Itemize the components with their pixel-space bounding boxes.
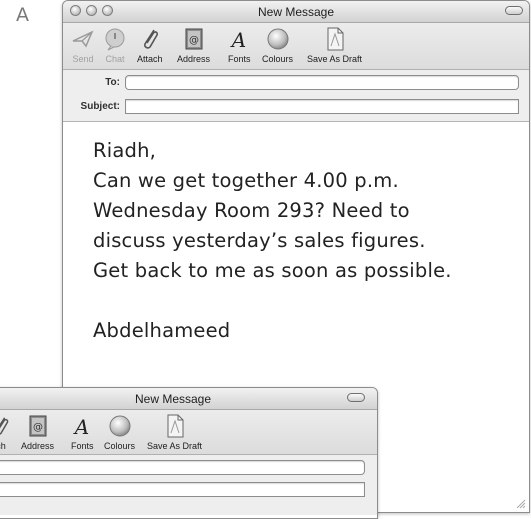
body-line: discuss yesterday’s sales figures. — [93, 229, 426, 252]
second-new-message-window: New Message ch @ Address A Fonts Colours… — [0, 387, 378, 519]
zoom-window-button[interactable] — [102, 5, 113, 16]
draft-document-icon — [327, 27, 344, 51]
to-label: To: — [105, 77, 120, 88]
svg-text:A: A — [73, 415, 89, 438]
chat-icon — [105, 28, 125, 51]
minimize-window-button[interactable] — [86, 5, 97, 16]
chat-button[interactable]: Chat — [103, 26, 127, 64]
to-field[interactable] — [125, 75, 519, 90]
colours-button[interactable]: Colours — [104, 413, 135, 451]
save-as-draft-button[interactable]: Save As Draft — [147, 413, 202, 451]
colours-icon — [267, 28, 288, 50]
address-book-icon: @ — [29, 415, 47, 437]
fonts-icon: A — [73, 415, 89, 438]
fonts-button[interactable]: A Fonts — [71, 413, 94, 451]
message-text[interactable]: Riadh, Can we get together 4.00 p.m. Wed… — [93, 136, 452, 346]
svg-text:@: @ — [189, 35, 199, 46]
address-button[interactable]: @ Address — [177, 26, 210, 64]
subject-label: Subject: — [80, 101, 120, 112]
toolbar: ch @ Address A Fonts Colours Save As Dra… — [0, 410, 377, 455]
send-icon — [72, 30, 94, 48]
paperclip-icon — [0, 417, 9, 435]
close-window-button[interactable] — [70, 5, 81, 16]
toolbar-toggle-button[interactable] — [347, 393, 365, 402]
title-bar[interactable]: New Message — [0, 388, 377, 410]
window-title: New Message — [257, 5, 335, 19]
to-row — [0, 458, 377, 478]
svg-text:@: @ — [33, 422, 43, 433]
body-line: Wednesday Room 293? Need to — [93, 199, 410, 222]
subject-field[interactable] — [125, 99, 519, 114]
body-line: Get back to me as soon as possible. — [93, 259, 452, 282]
send-button[interactable]: Send — [71, 26, 95, 64]
resize-grip-icon[interactable] — [516, 499, 526, 509]
toolbar-toggle-button[interactable] — [505, 6, 523, 15]
fonts-button[interactable]: A Fonts — [228, 26, 251, 64]
signature: Abdelhameed — [93, 319, 231, 342]
title-bar[interactable]: New Message — [63, 1, 529, 23]
subject-row — [0, 480, 377, 500]
header-fields: To: Subject: — [63, 70, 529, 122]
header-fields — [0, 455, 377, 515]
subject-field[interactable] — [0, 482, 365, 497]
body-line: Riadh, — [93, 139, 157, 162]
to-row: To: — [63, 73, 529, 93]
window-title: New Message — [134, 392, 212, 406]
address-button[interactable]: @ Address — [21, 413, 54, 451]
toolbar: Send Chat Attach @ Address A Fonts Colou… — [63, 23, 529, 70]
attach-button[interactable]: Attach — [137, 26, 163, 64]
address-book-icon: @ — [185, 28, 203, 50]
save-as-draft-button[interactable]: Save As Draft — [307, 26, 362, 64]
figure-label: A — [16, 4, 29, 26]
body-line: Can we get together 4.00 p.m. — [93, 169, 399, 192]
window-controls — [70, 5, 113, 16]
paperclip-icon — [143, 29, 158, 49]
svg-text:A: A — [230, 28, 246, 51]
colours-icon — [109, 415, 130, 437]
fonts-icon: A — [230, 28, 246, 51]
subject-row: Subject: — [63, 97, 529, 117]
colours-button[interactable]: Colours — [262, 26, 293, 64]
to-field[interactable] — [0, 460, 365, 475]
attach-button[interactable]: ch — [0, 413, 11, 451]
draft-document-icon — [167, 414, 184, 438]
